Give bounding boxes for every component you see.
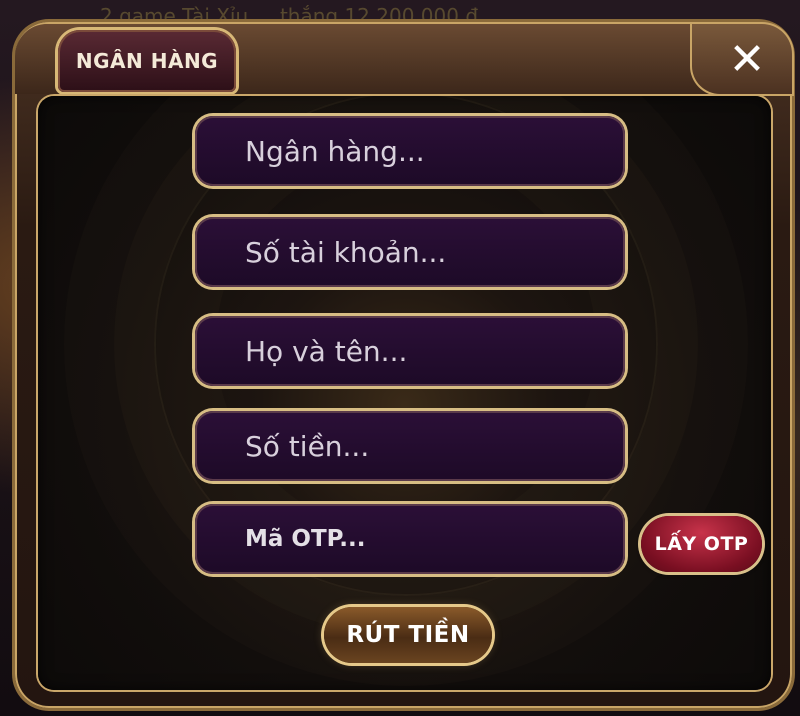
amount-input[interactable]: Số tiền... xyxy=(195,411,625,481)
get-otp-button[interactable]: LẤY OTP xyxy=(641,516,762,572)
otp-input[interactable]: Mã OTP... xyxy=(195,504,625,574)
close-button[interactable]: ✕ xyxy=(712,32,782,86)
full-name-input[interactable]: Họ và tên... xyxy=(195,316,625,386)
bank-name-input[interactable]: Ngân hàng... xyxy=(195,116,625,186)
tab-bank[interactable]: NGÂN HÀNG xyxy=(58,30,236,92)
account-number-input[interactable]: Số tài khoản... xyxy=(195,217,625,287)
close-icon: ✕ xyxy=(728,33,766,85)
withdraw-button[interactable]: RÚT TIỀN xyxy=(324,607,492,663)
